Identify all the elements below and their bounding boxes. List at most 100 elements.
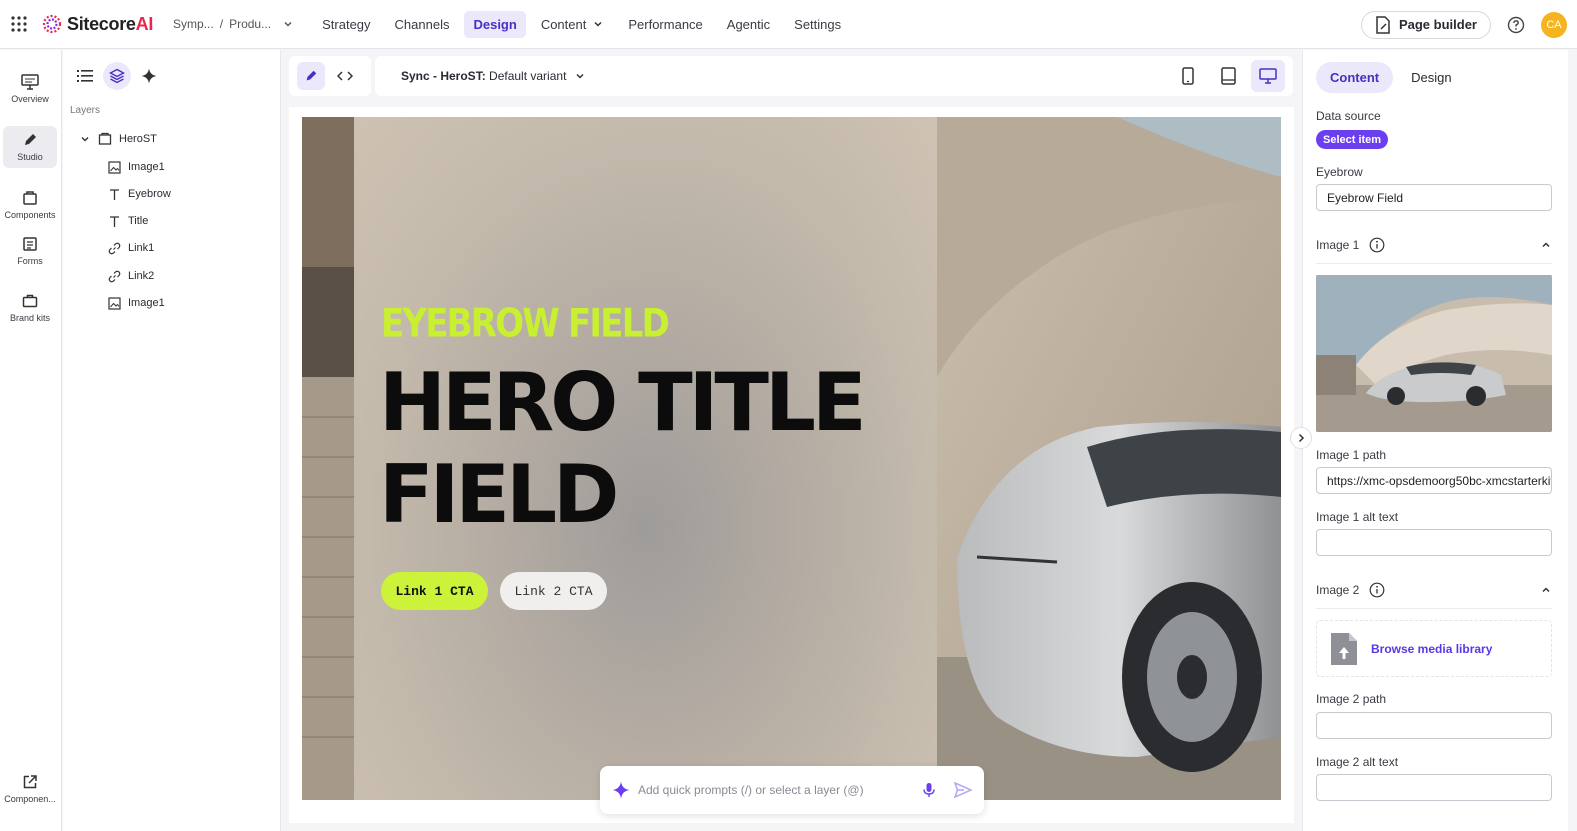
properties-panel: Content Design Data source Select item E… <box>1302 50 1568 831</box>
info-icon[interactable] <box>1369 582 1385 598</box>
sparkle-icon <box>141 68 157 84</box>
app-switcher-icon[interactable] <box>0 0 38 49</box>
help-icon[interactable] <box>1505 14 1527 36</box>
send-icon[interactable] <box>954 782 972 798</box>
rail-forms[interactable]: Forms <box>3 230 57 272</box>
hero-component[interactable]: EYEBROW FIELD HERO TITLE FIELD Link 1 CT… <box>302 117 1281 800</box>
nav-channels[interactable]: Channels <box>386 11 459 38</box>
image-1-path-field[interactable]: https://xmc-opsdemoorg50bc-xmcstarterkit… <box>1316 467 1552 494</box>
divider <box>1316 608 1552 609</box>
user-avatar[interactable]: CA <box>1541 11 1567 38</box>
tab-content[interactable]: Content <box>1316 62 1394 93</box>
chevron-down-icon <box>594 21 602 27</box>
chevron-down-icon <box>284 21 292 27</box>
desktop-view-button[interactable] <box>1251 60 1285 92</box>
chevron-down-icon[interactable] <box>79 133 91 145</box>
rail-component-builder-label: Componen... <box>4 794 56 804</box>
box-icon <box>23 191 37 205</box>
microphone-icon[interactable] <box>922 782 936 798</box>
nav-performance[interactable]: Performance <box>619 11 711 38</box>
eyebrow-field[interactable]: Eyebrow Field <box>1316 184 1552 211</box>
page-frame: EYEBROW FIELD HERO TITLE FIELD Link 1 CT… <box>289 107 1294 823</box>
layer-item[interactable]: Title <box>108 211 148 231</box>
file-upload-icon <box>1331 632 1357 665</box>
rail-studio[interactable]: Studio <box>3 126 57 168</box>
select-item-button[interactable]: Select item <box>1316 130 1389 149</box>
layer-root[interactable]: HeroST <box>79 129 157 149</box>
image-2-path-field[interactable] <box>1316 712 1552 739</box>
desktop-icon <box>1259 68 1277 84</box>
layers-tab[interactable] <box>103 62 131 90</box>
layer-item[interactable]: Eyebrow <box>108 184 171 204</box>
outline-view-tab[interactable] <box>71 62 99 90</box>
browse-media-library[interactable]: Browse media library <box>1316 620 1552 677</box>
variant-component-name: Sync - HeroST: <box>401 69 486 83</box>
layer-item[interactable]: Link1 <box>108 238 154 258</box>
rail-brand-kits[interactable]: Brand kits <box>3 287 57 329</box>
layer-item[interactable]: Link2 <box>108 266 154 286</box>
link-icon <box>108 242 121 254</box>
canvas-toolbar: Sync - HeroST: Default variant <box>375 56 1293 96</box>
link-2-cta-button[interactable]: Link 2 CTA <box>500 572 607 610</box>
text-icon <box>110 215 119 227</box>
layer-item[interactable]: Image1 <box>108 157 165 177</box>
variant-selector[interactable]: Sync - HeroST: Default variant <box>401 69 586 83</box>
hero-background-strip <box>302 117 354 800</box>
image-1-section-header[interactable]: Image 1 <box>1316 237 1552 253</box>
image-2-label: Image 2 <box>1316 583 1360 597</box>
breadcrumb-site[interactable]: Symp... <box>173 17 214 31</box>
link-1-cta-button[interactable]: Link 1 CTA <box>381 572 488 610</box>
sitecore-logo[interactable]: SitecoreAI <box>42 14 153 35</box>
mobile-view-button[interactable] <box>1171 60 1205 92</box>
tab-design[interactable]: Design <box>1397 62 1465 93</box>
layer-item-label: Image1 <box>128 297 165 309</box>
logo-text: SitecoreAI <box>67 13 154 34</box>
quick-prompt-bar[interactable]: Add quick prompts (/) or select a layer … <box>600 766 984 814</box>
panel-toggle-button[interactable] <box>1290 427 1312 449</box>
ai-assist-tab[interactable] <box>135 62 163 90</box>
edit-mode-button[interactable] <box>297 62 325 90</box>
image-2-section-header[interactable]: Image 2 <box>1316 582 1552 598</box>
rail-overview-label: Overview <box>11 94 49 104</box>
phone-icon <box>1182 67 1194 85</box>
rail-studio-label: Studio <box>17 152 43 162</box>
image-1-alt-field[interactable] <box>1316 529 1552 556</box>
external-link-icon <box>23 775 37 789</box>
page-builder-button[interactable]: Page builder <box>1360 10 1491 39</box>
nav-design[interactable]: Design <box>464 10 526 38</box>
image-2-path-label: Image 2 path <box>1316 692 1387 706</box>
nav-agentic[interactable]: Agentic <box>718 11 779 38</box>
breadcrumb-page[interactable]: Produ... <box>229 17 271 31</box>
layer-item[interactable]: Image1 <box>108 293 165 313</box>
tablet-view-button[interactable] <box>1211 60 1245 92</box>
image-icon <box>108 296 121 310</box>
rail-component-builder[interactable]: Componen... <box>3 768 57 810</box>
image-1-path-label: Image 1 path <box>1316 448 1387 462</box>
breadcrumb-separator: / <box>219 17 224 31</box>
chevron-up-icon[interactable] <box>1540 239 1552 251</box>
info-icon[interactable] <box>1369 237 1385 253</box>
nav-content[interactable]: Content <box>532 11 614 38</box>
code-view-button[interactable] <box>331 62 359 90</box>
image-1-preview[interactable] <box>1316 275 1552 432</box>
hero-title-line-2: FIELD <box>379 448 619 541</box>
sitecore-logo-mark-icon <box>42 14 62 34</box>
image-2-alt-field[interactable] <box>1316 774 1552 801</box>
layers-icon <box>109 68 125 84</box>
rail-components[interactable]: Components <box>3 184 57 226</box>
breadcrumb[interactable]: Symp... / Produ... <box>173 17 295 31</box>
rail-overview[interactable]: Overview <box>3 68 57 110</box>
pen-icon <box>306 70 317 81</box>
data-source-label: Data source <box>1316 109 1381 123</box>
nav-strategy[interactable]: Strategy <box>313 11 379 38</box>
image-2-alt-label: Image 2 alt text <box>1316 755 1399 769</box>
canvas-area: Sync - HeroST: Default variant EYEBROW F… <box>282 50 1301 831</box>
quick-prompt-input[interactable]: Add quick prompts (/) or select a layer … <box>638 783 914 797</box>
nav-settings[interactable]: Settings <box>785 11 850 38</box>
rail-forms-label: Forms <box>17 256 43 266</box>
chevron-up-icon[interactable] <box>1540 584 1552 596</box>
hero-title-line-1: HERO TITLE <box>379 356 867 449</box>
hero-title[interactable]: HERO TITLE FIELD <box>379 357 879 541</box>
hero-eyebrow[interactable]: EYEBROW FIELD <box>381 301 670 347</box>
link-icon <box>108 270 121 282</box>
